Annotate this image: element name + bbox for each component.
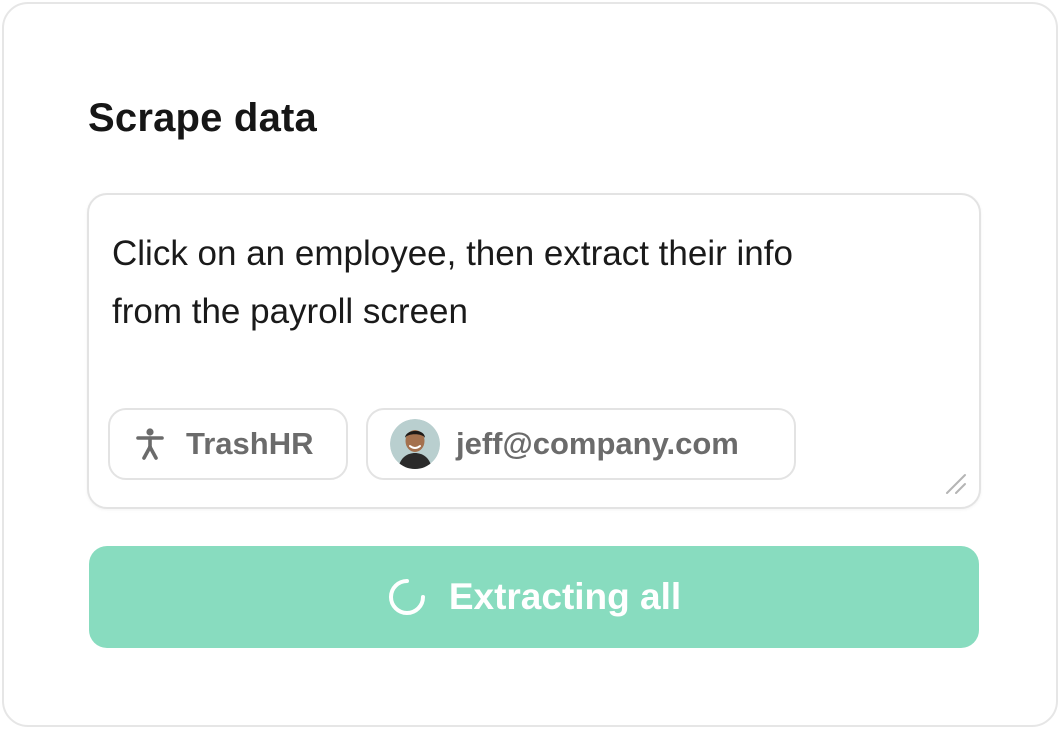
extract-all-button[interactable]: Extracting all: [89, 546, 979, 648]
resize-handle-icon[interactable]: [943, 471, 967, 495]
accessibility-person-icon: [132, 426, 168, 462]
prompt-textarea[interactable]: Click on an employee, then extract their…: [87, 193, 981, 509]
scrape-data-card: Scrape data Click on an employee, then e…: [2, 2, 1058, 727]
user-chip[interactable]: jeff@company.com: [366, 408, 796, 480]
app-chip[interactable]: TrashHR: [108, 408, 348, 480]
spinner-icon: [387, 577, 427, 617]
card-title: Scrape data: [88, 96, 317, 140]
user-chip-label: jeff@company.com: [456, 426, 739, 461]
extract-all-label: Extracting all: [448, 576, 682, 617]
app-chip-label: TrashHR: [186, 426, 314, 461]
prompt-text[interactable]: Click on an employee, then extract their…: [112, 225, 952, 341]
avatar: [390, 419, 440, 469]
